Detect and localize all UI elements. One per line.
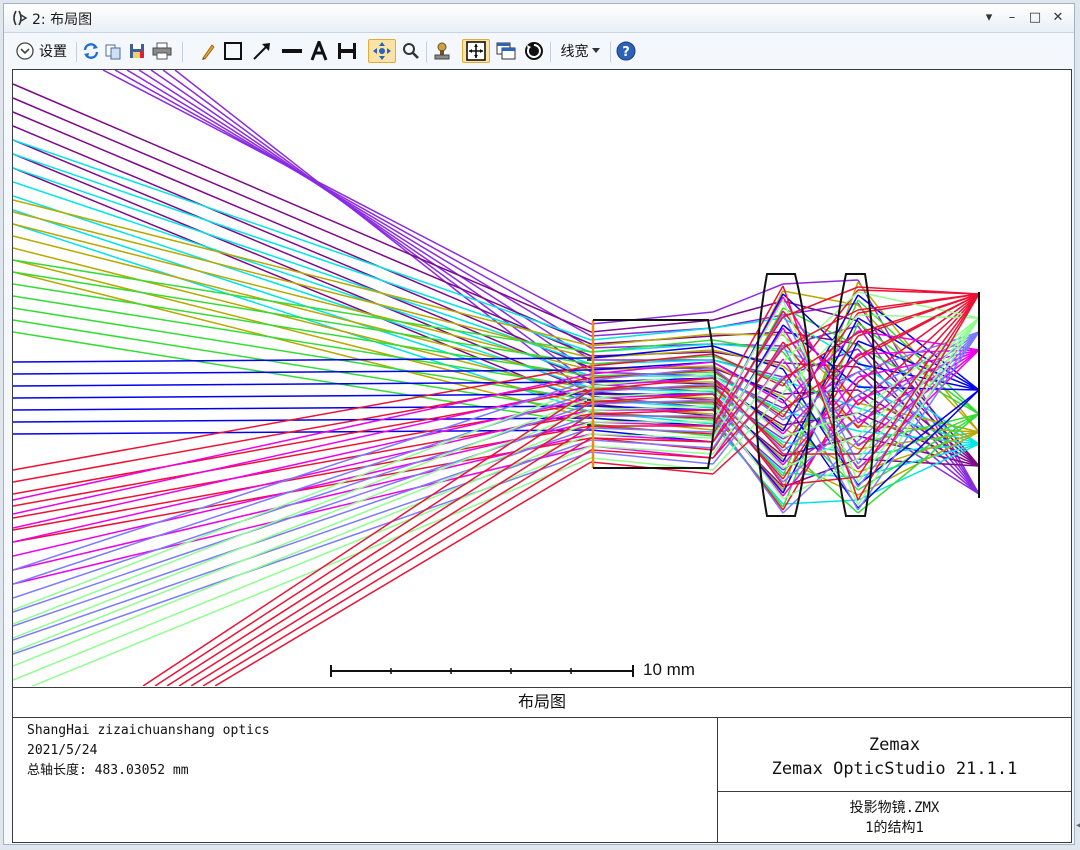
window-title: 2: 布局图: [32, 12, 93, 28]
ray-segment: [13, 139, 592, 381]
timer-icon: [525, 42, 543, 60]
svg-text:?: ?: [622, 45, 630, 60]
ray-segment: [13, 319, 592, 413]
config-name: 1的结构1: [865, 820, 924, 836]
help-button[interactable]: ?: [614, 39, 638, 63]
info-block: ShangHai zizaichuanshang optics 2021/5/2…: [13, 717, 1071, 842]
toolbar: 设置 线宽 ?: [4, 33, 1074, 69]
text-a-icon: [310, 41, 328, 61]
layout-plot[interactable]: 10 mm: [13, 70, 1071, 686]
ray-segment: [782, 279, 859, 285]
scale-bar-label: 10 mm: [643, 660, 695, 679]
arrow-tool-button[interactable]: [250, 39, 274, 63]
rectangle-icon: [224, 42, 242, 60]
copy-icon: [105, 44, 121, 60]
save-icon: [130, 44, 144, 58]
ray-segment: [13, 331, 592, 425]
info-divider: [717, 791, 1071, 792]
ray-segment: [590, 339, 714, 353]
line-icon: [282, 49, 302, 53]
pan-tool-button[interactable]: [368, 39, 396, 63]
ray-segment: [13, 125, 592, 369]
toolbar-separator: [610, 42, 611, 62]
total-track-text: 总轴长度: 483.03052 mm: [27, 763, 189, 778]
minimize-button[interactable]: –: [1002, 8, 1022, 28]
pan-icon: [373, 42, 391, 60]
copy-button[interactable]: [102, 39, 124, 63]
info-left: ShangHai zizaichuanshang optics 2021/5/2…: [27, 721, 270, 781]
layout-window: 2: 布局图 ▾ – □ ✕ 设置 线宽 ? 10 mm 布局图 ShangHa…: [3, 3, 1075, 845]
ray-segment: [13, 223, 592, 371]
fit-view-icon: [466, 41, 486, 61]
print-button[interactable]: [150, 39, 174, 63]
ray-segment: [13, 283, 592, 377]
brand-name: Zemax: [868, 735, 921, 755]
ray-segment: [13, 83, 592, 333]
file-name: 投影物镜.ZMX: [849, 800, 940, 816]
plot-caption: 布局图: [13, 687, 1071, 718]
line-tool-button[interactable]: [280, 39, 304, 63]
printer-icon: [152, 42, 172, 60]
pencil-icon: [202, 44, 215, 60]
pencil-tool-button[interactable]: [198, 39, 218, 63]
dimension-tool-button[interactable]: [334, 39, 360, 63]
toolbar-separator: [76, 42, 77, 62]
window-layout-button[interactable]: [494, 39, 518, 63]
zoom-button[interactable]: [400, 39, 422, 63]
ray-segment: [13, 451, 592, 655]
refresh-button[interactable]: [80, 39, 102, 63]
refresh-icon: [83, 43, 99, 59]
arrow-icon: [253, 43, 270, 60]
text-tool-button[interactable]: [308, 39, 330, 63]
linewidth-dropdown[interactable]: 线宽: [556, 39, 604, 63]
maximize-button[interactable]: □: [1025, 8, 1045, 28]
ray-segment: [13, 97, 592, 345]
window-stack-icon: [496, 42, 516, 60]
ray-segment: [712, 283, 784, 313]
auto-update-button[interactable]: [522, 39, 546, 63]
ray-segment: [13, 385, 592, 515]
product-name: Zemax OpticStudio 21.1.1: [771, 759, 1018, 779]
settings-button[interactable]: 设置: [10, 39, 72, 63]
toolbar-separator: [550, 42, 551, 62]
dimension-icon: [338, 43, 356, 59]
rectangle-tool-button[interactable]: [222, 39, 244, 63]
layout-panel: 10 mm 布局图 ShangHai zizaichuanshang optic…: [12, 69, 1072, 843]
date-text: 2021/5/24: [27, 743, 98, 758]
layout-drawing: [13, 70, 980, 686]
linewidth-label: 线宽: [560, 44, 589, 60]
scale-bar: [330, 665, 634, 677]
toolbar-separator: [426, 42, 427, 62]
stamp-button[interactable]: [430, 39, 454, 63]
magnifier-icon: [403, 43, 419, 59]
caret-down-icon: [591, 48, 600, 53]
close-button[interactable]: ✕: [1048, 8, 1068, 28]
title-bar: 2: 布局图 ▾ – □ ✕: [4, 4, 1074, 33]
chevron-down-circle-icon: [16, 42, 34, 60]
ray-segment: [13, 409, 592, 639]
settings-label: 设置: [39, 44, 67, 60]
stamp-icon: [434, 42, 450, 60]
resize-grip-icon[interactable]: ◂: [1076, 820, 1080, 831]
toolbar-separator: [182, 42, 183, 62]
ray-segment: [13, 167, 592, 365]
layout-icon: [13, 10, 28, 26]
ray-segment: [13, 199, 592, 347]
help-icon: ?: [616, 41, 636, 61]
company-name: ShangHai zizaichuanshang optics: [27, 723, 270, 738]
save-button[interactable]: [126, 39, 148, 63]
fit-view-button[interactable]: [462, 39, 490, 63]
window-menu-button[interactable]: ▾: [979, 8, 999, 28]
